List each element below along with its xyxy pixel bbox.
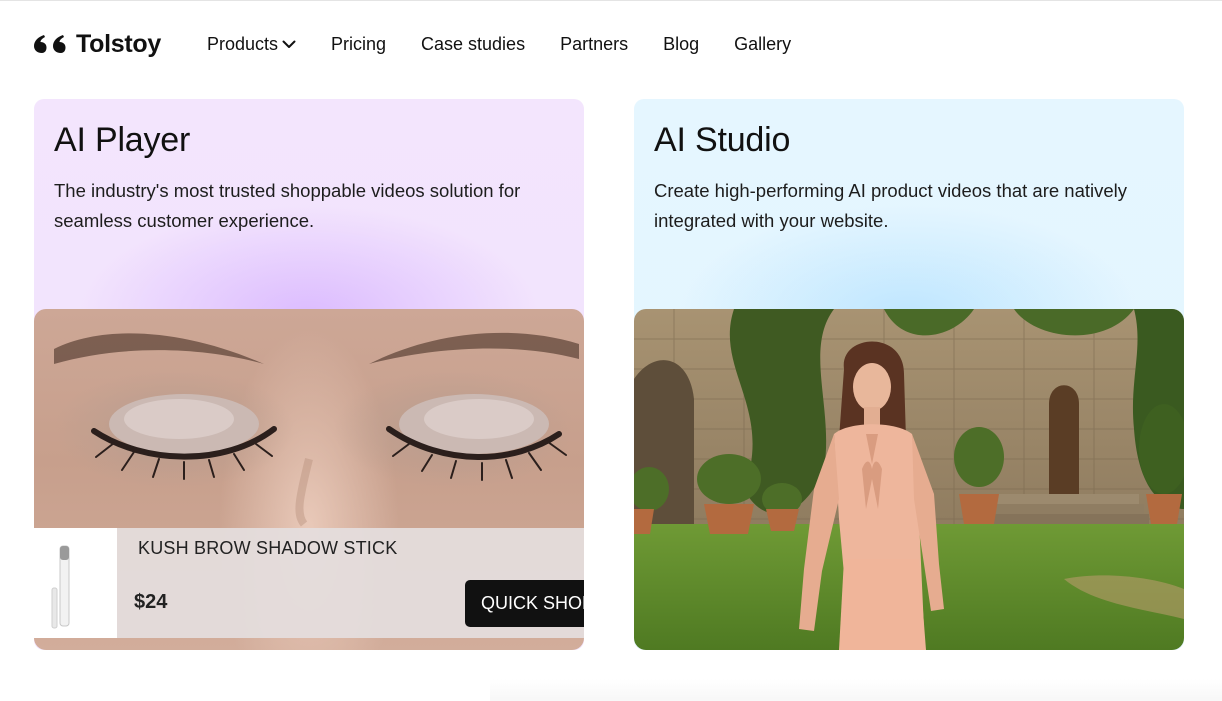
nav-item-label: Partners <box>560 33 629 54</box>
product-price: $24 <box>134 591 168 613</box>
page: Tolstoy Products Pricing Case studies Pa… <box>0 0 1222 701</box>
nav-item-case-studies[interactable]: Case studies <box>421 34 525 55</box>
bottom-fade <box>490 679 1222 701</box>
top-navigation: Tolstoy Products Pricing Case studies Pa… <box>34 1 826 87</box>
ai-video-preview[interactable] <box>634 309 1184 650</box>
card-title: AI Studio <box>654 121 791 159</box>
nav-item-pricing[interactable]: Pricing <box>331 34 386 55</box>
nav-item-label: Blog <box>663 33 700 54</box>
product-overlay[interactable]: KUSH BROW SHADOW STICK $24 QUICK SHOP <box>34 528 584 638</box>
product-name: KUSH BROW SHADOW STICK <box>138 538 398 558</box>
card-description: The industry's most trusted shoppable vi… <box>54 180 521 231</box>
brand-logo[interactable]: Tolstoy <box>34 30 161 59</box>
ai-player-card[interactable]: AI Player The industry's most trusted sh… <box>34 99 584 650</box>
nav-item-label: Case studies <box>421 33 526 54</box>
nav-item-products[interactable]: Products <box>207 34 296 55</box>
chevron-down-icon <box>282 40 296 48</box>
nav-item-gallery[interactable]: Gallery <box>734 34 791 55</box>
quote-marks-icon <box>34 35 66 53</box>
brand-name: Tolstoy <box>76 29 161 58</box>
nav-item-label: Pricing <box>330 33 387 54</box>
nav-item-label: Gallery <box>734 33 792 54</box>
nav-item-blog[interactable]: Blog <box>663 34 699 55</box>
nav-item-partners[interactable]: Partners <box>560 34 628 55</box>
shoppable-video-preview[interactable]: KUSH BROW SHADOW STICK $24 QUICK SHOP <box>34 309 584 650</box>
nav-item-label: Products <box>206 33 278 54</box>
card-title: AI Player <box>54 121 191 159</box>
product-thumbnail <box>34 528 117 638</box>
card-description: Create high-performing AI product videos… <box>654 180 1128 231</box>
garden-model-video-frame <box>634 309 1184 650</box>
ai-studio-card[interactable]: AI Studio Create high-performing AI prod… <box>634 99 1184 650</box>
quick-shop-button[interactable]: QUICK SHOP <box>465 580 584 627</box>
